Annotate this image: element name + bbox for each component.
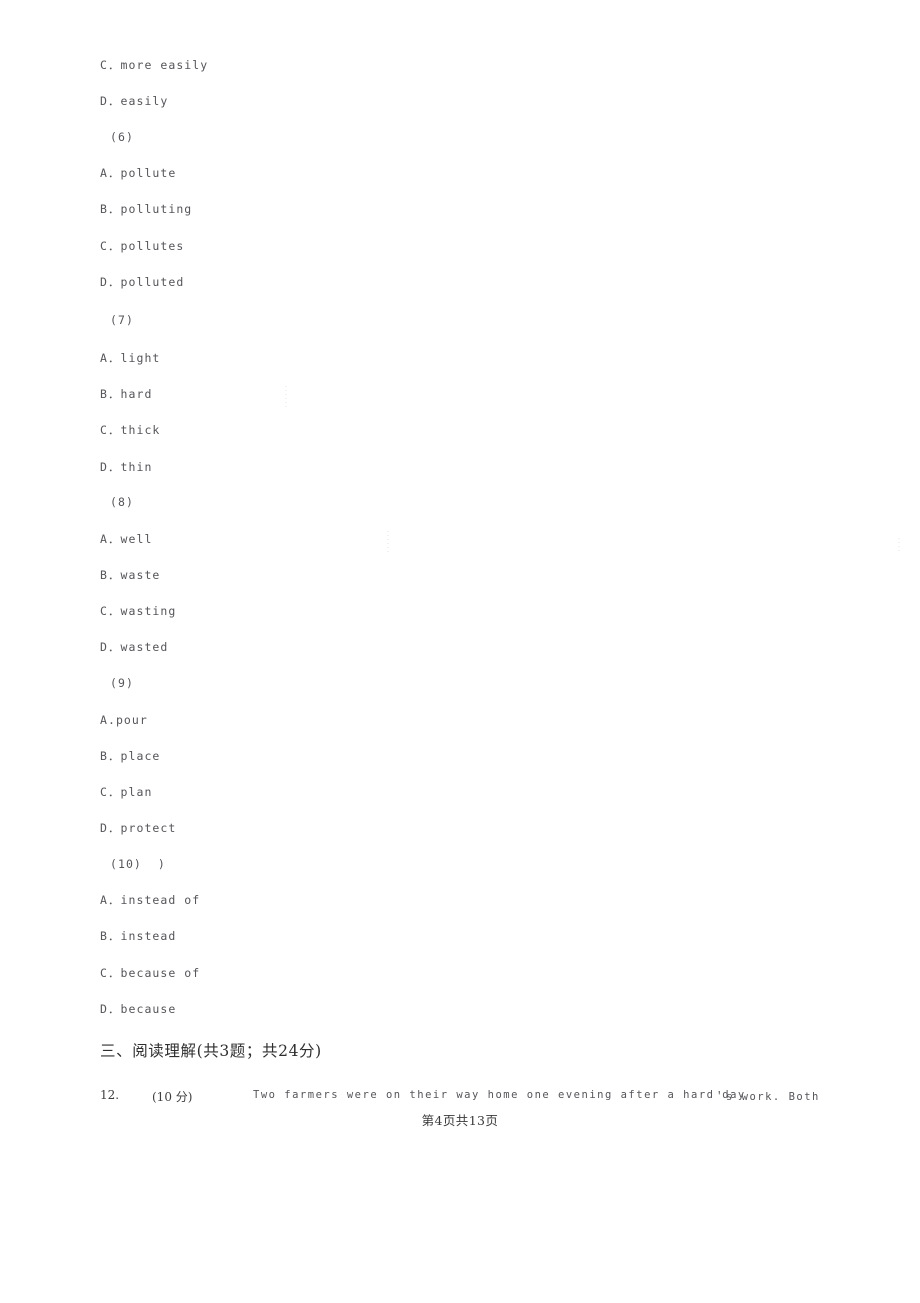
reading-passage-text-continued: ＇s work. Both [714, 1091, 820, 1103]
cloze-option: C．thick [100, 423, 161, 437]
page-footer: 第4页共13页 [421, 1113, 499, 1128]
cloze-option: A．light [100, 351, 161, 365]
cloze-question-number: (7) [110, 313, 134, 327]
cloze-option: B．instead [100, 929, 177, 943]
cloze-option: A．instead of [100, 893, 201, 907]
cloze-option: B．hard [100, 387, 153, 401]
scan-artifact [898, 538, 900, 554]
cloze-option: A．pollute [100, 166, 177, 180]
cloze-option: B．waste [100, 568, 161, 582]
cloze-option: C．pollutes [100, 239, 185, 253]
cloze-option: D．polluted [100, 275, 185, 289]
cloze-option: D．wasted [100, 640, 169, 654]
reading-item-marks: (10 分) [152, 1090, 193, 1104]
cloze-option: A．well [100, 532, 153, 546]
document-page: C．more easily D．easily (6) A．pollute B．p… [0, 0, 920, 1303]
cloze-option: D．because [100, 1002, 177, 1016]
cloze-question-number: (8) [110, 495, 134, 509]
reading-item: 12. (10 分) Two farmers were on their way… [100, 1088, 900, 1108]
cloze-option: C．plan [100, 785, 153, 799]
scan-artifact [285, 386, 287, 408]
cloze-question-number: (6) [110, 130, 134, 144]
cloze-question-number: (9) [110, 676, 134, 690]
cloze-option: D．protect [100, 821, 177, 835]
cloze-option: C．because of [100, 966, 201, 980]
cloze-question-number: (10) ) [110, 857, 166, 871]
reading-passage-text: Two farmers were on their way home one e… [253, 1089, 746, 1101]
cloze-option: D．easily [100, 94, 169, 108]
cloze-option: B．place [100, 749, 161, 763]
cloze-option: B．polluting [100, 202, 193, 216]
cloze-option: A.pour [100, 713, 148, 727]
cloze-option: C．more easily [100, 58, 209, 72]
cloze-option: D．thin [100, 460, 153, 474]
cloze-option: C．wasting [100, 604, 177, 618]
scan-artifact [387, 531, 389, 553]
reading-item-number: 12. [100, 1088, 120, 1102]
section-heading-reading: 三、阅读理解(共3题；共24分) [100, 1042, 322, 1060]
